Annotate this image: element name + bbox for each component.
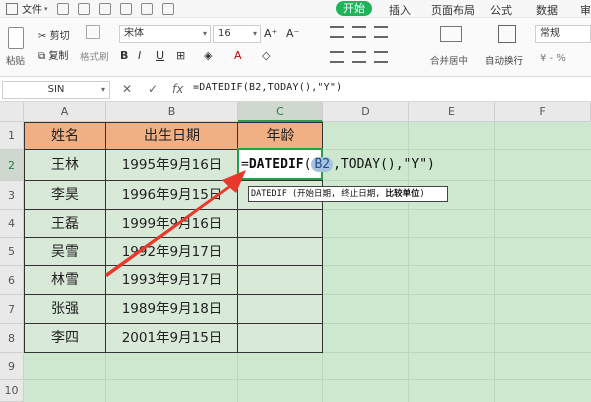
- chevron-down-icon: ▾: [100, 85, 105, 94]
- tab-review[interactable]: 审: [580, 2, 591, 18]
- currency-percent-buttons[interactable]: ¥ - %: [540, 53, 566, 64]
- save-icon[interactable]: [56, 2, 69, 15]
- format-painter-icon[interactable]: [86, 25, 100, 39]
- underline-button[interactable]: U: [156, 49, 164, 62]
- chevron-down-icon: ▾: [202, 29, 207, 38]
- formula-input[interactable]: =DATEDIF(B2,TODAY(),"Y"): [193, 82, 342, 93]
- print-icon[interactable]: [98, 2, 111, 15]
- font-color-icon[interactable]: A: [234, 49, 242, 62]
- scissors-icon: ✂: [38, 31, 47, 42]
- align-middle-icon[interactable]: [352, 26, 366, 38]
- export-icon[interactable]: [77, 2, 90, 15]
- copy-label: 复制: [48, 51, 69, 62]
- name-box[interactable]: SIN ▾: [2, 81, 110, 99]
- bold-button[interactable]: B: [120, 49, 128, 62]
- copy-button[interactable]: ⧉ 复制: [38, 47, 68, 62]
- formula-bar: SIN ▾ ✕ ✓ fx =DATEDIF(B2,TODAY(),"Y"): [0, 78, 591, 102]
- redo-icon[interactable]: [161, 2, 174, 15]
- preview-icon[interactable]: [119, 2, 132, 15]
- menu-icon[interactable]: [6, 2, 18, 15]
- chevron-down-icon[interactable]: ▾: [44, 5, 48, 13]
- font-family-select[interactable]: 宋体 ▾: [119, 25, 211, 43]
- paste-button[interactable]: 粘贴: [6, 53, 25, 67]
- fill-color-icon[interactable]: ◈: [204, 49, 212, 62]
- wrap-text-button[interactable]: 自动换行: [485, 53, 523, 67]
- paste-icon[interactable]: [8, 27, 24, 49]
- number-format-select[interactable]: 常规: [535, 25, 591, 43]
- cut-label: 剪切: [49, 31, 70, 42]
- merge-center-icon[interactable]: [440, 26, 462, 42]
- undo-icon[interactable]: [140, 2, 153, 15]
- wrap-text-icon[interactable]: [498, 25, 516, 43]
- name-box-value: SIN: [47, 84, 65, 95]
- tab-data[interactable]: 数据: [536, 2, 558, 18]
- align-right-icon[interactable]: [374, 51, 388, 63]
- font-size-value: 16: [218, 28, 231, 39]
- confirm-icon[interactable]: ✓: [148, 82, 158, 96]
- shrink-font-icon[interactable]: A⁻: [286, 27, 299, 40]
- align-center-icon[interactable]: [352, 51, 366, 63]
- font-family-value: 宋体: [124, 28, 144, 39]
- align-bottom-icon[interactable]: [374, 26, 388, 38]
- ribbon: 粘贴 ✂ 剪切 ⧉ 复制 格式刷 宋体 ▾ 16 ▾ A⁺ A⁻ B I U ⊞ ◈…: [0, 19, 591, 77]
- italic-button[interactable]: I: [138, 49, 141, 62]
- clear-format-icon[interactable]: ◇: [262, 49, 270, 62]
- cancel-icon[interactable]: ✕: [122, 82, 132, 96]
- annotation-arrow-icon: [105, 170, 246, 277]
- tab-insert[interactable]: 插入: [389, 2, 411, 18]
- font-size-select[interactable]: 16 ▾: [213, 25, 261, 43]
- tab-formulas[interactable]: 公式: [490, 2, 512, 18]
- format-painter-button[interactable]: 格式刷: [80, 49, 109, 63]
- border-icon[interactable]: ⊞: [176, 49, 185, 62]
- insert-function-icon[interactable]: fx: [172, 82, 183, 96]
- chevron-down-icon: ▾: [252, 29, 257, 38]
- tab-home[interactable]: 开始: [336, 1, 372, 16]
- number-format-value: 常规: [540, 28, 560, 39]
- tab-page-layout[interactable]: 页面布局: [431, 2, 475, 18]
- file-menu[interactable]: 文件: [22, 1, 42, 16]
- cut-button[interactable]: ✂ 剪切: [38, 27, 70, 42]
- merge-center-button[interactable]: 合并居中: [430, 53, 468, 67]
- copy-icon: ⧉: [38, 51, 46, 62]
- menu-bar: 文件 ▾ 开始 插入 页面布局 公式 数据 审: [0, 0, 591, 18]
- align-left-icon[interactable]: [330, 51, 344, 63]
- align-top-icon[interactable]: [330, 26, 344, 38]
- sheet-grid[interactable]: A B C D E F 1 2 3 4 5 6 7 8 9 10 姓名 出生日期…: [0, 102, 591, 402]
- grow-font-icon[interactable]: A⁺: [264, 27, 277, 40]
